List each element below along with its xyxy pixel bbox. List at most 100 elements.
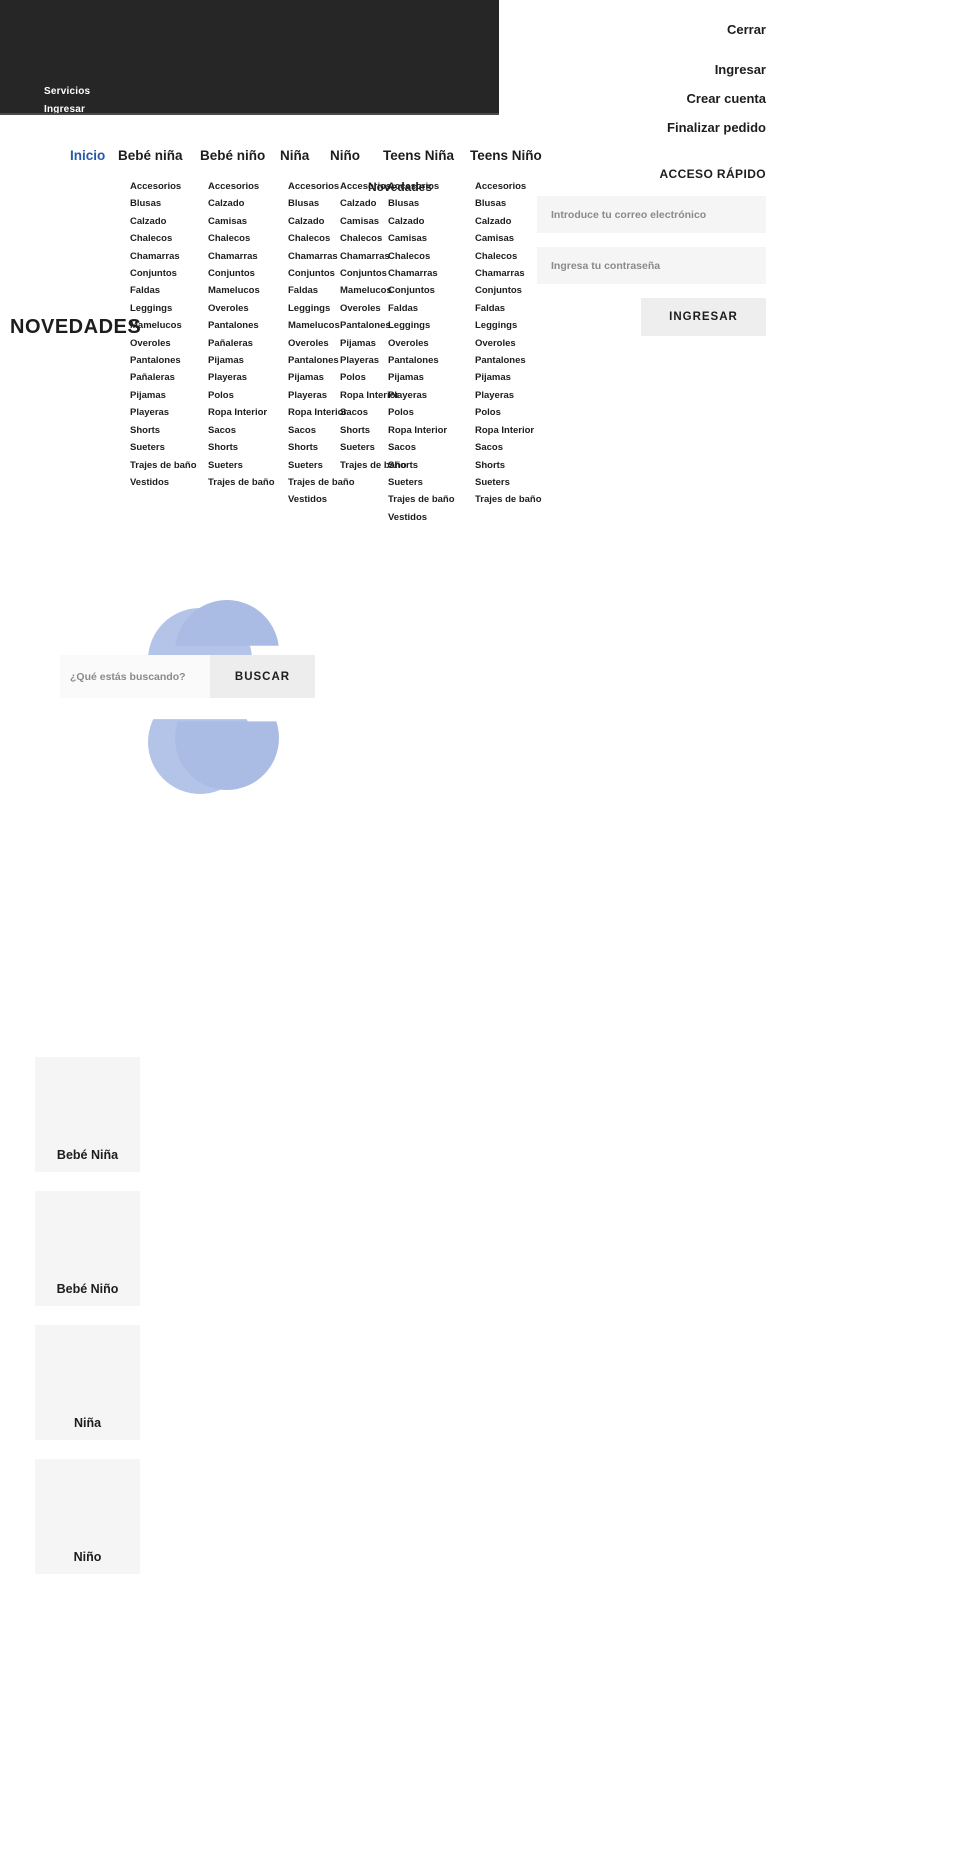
mega-item[interactable]: Calzado bbox=[208, 195, 275, 212]
mega-item[interactable]: Shorts bbox=[208, 439, 275, 456]
mega-item[interactable]: Polos bbox=[388, 404, 455, 421]
mega-item[interactable]: Pijamas bbox=[130, 387, 197, 404]
mega-item[interactable]: Vestidos bbox=[130, 474, 197, 491]
mega-item[interactable]: Trajes de baño bbox=[288, 474, 355, 491]
mega-item[interactable]: Leggings bbox=[130, 300, 197, 317]
close-panel-button[interactable]: Cerrar bbox=[727, 22, 766, 37]
mega-item[interactable]: Vestidos bbox=[288, 491, 355, 508]
mega-item[interactable]: Trajes de baño bbox=[130, 457, 197, 474]
mega-item[interactable]: Playeras bbox=[208, 369, 275, 386]
category-card[interactable]: Niña bbox=[35, 1325, 140, 1440]
mega-item[interactable]: Polos bbox=[475, 404, 542, 421]
mega-item[interactable]: Calzado bbox=[475, 213, 542, 230]
mega-item[interactable]: Conjuntos bbox=[388, 282, 455, 299]
mega-item[interactable]: Pañaleras bbox=[208, 335, 275, 352]
nav-item-bebé-niño[interactable]: Bebé niño bbox=[200, 148, 265, 163]
mega-column-bebé-niño: Accesorios Calzado Camisas Chalecos Chamarra… bbox=[208, 178, 275, 491]
mega-item[interactable]: Chamarras bbox=[475, 265, 542, 282]
mega-item[interactable]: Accesorios bbox=[208, 178, 275, 195]
mega-item[interactable]: Ropa Interior bbox=[388, 422, 455, 439]
category-card[interactable]: Niño bbox=[35, 1459, 140, 1574]
mega-item[interactable]: Shorts bbox=[475, 457, 542, 474]
mega-item[interactable]: Pantalones bbox=[208, 317, 275, 334]
mega-item[interactable]: Shorts bbox=[130, 422, 197, 439]
password-field[interactable] bbox=[537, 247, 766, 284]
mega-item[interactable]: Pijamas bbox=[208, 352, 275, 369]
mega-item[interactable]: Chalecos bbox=[130, 230, 197, 247]
search-button[interactable]: BUSCAR bbox=[210, 655, 315, 698]
mega-item[interactable]: Camisas bbox=[475, 230, 542, 247]
mega-item[interactable]: Blusas bbox=[475, 195, 542, 212]
mega-item[interactable]: Pijamas bbox=[388, 369, 455, 386]
mega-item[interactable]: Accesorios bbox=[130, 178, 197, 195]
mega-item[interactable]: Vestidos bbox=[388, 509, 455, 526]
mega-item[interactable]: Calzado bbox=[388, 213, 455, 230]
mega-item[interactable]: Camisas bbox=[388, 230, 455, 247]
mega-item[interactable]: Pantalones bbox=[130, 352, 197, 369]
topbar-link-servicios[interactable]: Servicios bbox=[44, 86, 90, 98]
mega-item[interactable]: Sacos bbox=[388, 439, 455, 456]
mega-item[interactable]: Chalecos bbox=[388, 248, 455, 265]
mega-item[interactable]: Pantalones bbox=[388, 352, 455, 369]
mega-item[interactable]: Leggings bbox=[475, 317, 542, 334]
account-link-ingresar[interactable]: Ingresar bbox=[715, 62, 766, 77]
mega-item[interactable]: Pañaleras bbox=[130, 369, 197, 386]
mega-item[interactable]: Trajes de baño bbox=[208, 474, 275, 491]
search-input[interactable] bbox=[60, 655, 210, 698]
login-submit-button[interactable]: INGRESAR bbox=[641, 298, 766, 336]
mega-item[interactable]: Trajes de baño bbox=[388, 491, 455, 508]
nav-item-inicio[interactable]: Inicio bbox=[70, 148, 105, 163]
mega-item[interactable]: Pantalones bbox=[475, 352, 542, 369]
mega-item[interactable]: Accesorios bbox=[475, 178, 542, 195]
mega-item[interactable]: Polos bbox=[208, 387, 275, 404]
mega-item[interactable]: Chamarras bbox=[208, 248, 275, 265]
mega-item[interactable]: Blusas bbox=[388, 195, 455, 212]
mega-item[interactable]: Faldas bbox=[130, 282, 197, 299]
account-link-finalizar-pedido[interactable]: Finalizar pedido bbox=[667, 120, 766, 135]
nav-item-niña[interactable]: Niña bbox=[280, 148, 309, 163]
mega-item[interactable]: Conjuntos bbox=[475, 282, 542, 299]
nav-item-bebé-niña[interactable]: Bebé niña bbox=[118, 148, 183, 163]
account-link-crear-cuenta[interactable]: Crear cuenta bbox=[687, 91, 766, 106]
mega-item[interactable]: Pijamas bbox=[475, 369, 542, 386]
mega-item[interactable]: Calzado bbox=[130, 213, 197, 230]
email-field[interactable] bbox=[537, 196, 766, 233]
category-card[interactable]: Bebé Niño bbox=[35, 1191, 140, 1306]
mega-item[interactable]: Sueters bbox=[130, 439, 197, 456]
mega-item[interactable]: Mamelucos bbox=[208, 282, 275, 299]
mega-item[interactable]: Sueters bbox=[388, 474, 455, 491]
nav-item-teens-niña[interactable]: Teens Niña bbox=[383, 148, 454, 163]
category-card[interactable]: Bebé Niña bbox=[35, 1057, 140, 1172]
mega-item[interactable]: Ropa Interior bbox=[208, 404, 275, 421]
search-bar: BUSCAR bbox=[60, 655, 500, 698]
mega-item[interactable]: Conjuntos bbox=[130, 265, 197, 282]
mega-item[interactable]: Overoles bbox=[388, 335, 455, 352]
mega-item[interactable]: Camisas bbox=[208, 213, 275, 230]
mega-item[interactable]: Sueters bbox=[208, 457, 275, 474]
mega-item[interactable]: Chamarras bbox=[388, 265, 455, 282]
mega-item[interactable]: Chalecos bbox=[475, 248, 542, 265]
mega-item[interactable]: Faldas bbox=[388, 300, 455, 317]
mega-item[interactable]: Chamarras bbox=[130, 248, 197, 265]
mega-item[interactable]: Ropa Interior bbox=[475, 422, 542, 439]
mega-item[interactable]: Playeras bbox=[388, 387, 455, 404]
mega-item[interactable]: Chalecos bbox=[208, 230, 275, 247]
mega-item[interactable]: Faldas bbox=[475, 300, 542, 317]
mega-item[interactable]: Playeras bbox=[130, 404, 197, 421]
mega-item[interactable]: Trajes de baño bbox=[475, 491, 542, 508]
mega-item[interactable]: Conjuntos bbox=[208, 265, 275, 282]
mega-item[interactable]: Playeras bbox=[475, 387, 542, 404]
nav-item-niño[interactable]: Niño bbox=[330, 148, 360, 163]
mega-item[interactable]: Blusas bbox=[130, 195, 197, 212]
mega-column-teens-niña: Accesorios Blusas Calzado Camisas Chalecos Ch… bbox=[388, 178, 455, 526]
mega-item[interactable]: Overoles bbox=[475, 335, 542, 352]
nav-item-teens-niño[interactable]: Teens Niño bbox=[470, 148, 542, 163]
account-panel: Cerrar Ingresar Crear cuenta Finalizar p… bbox=[499, 0, 960, 420]
mega-item[interactable]: Sueters bbox=[475, 474, 542, 491]
mega-column-teens-niño: Accesorios Blusas Calzado Camisas Chalecos Ch… bbox=[475, 178, 542, 509]
mega-item[interactable]: Shorts bbox=[388, 457, 455, 474]
mega-item[interactable]: Sacos bbox=[475, 439, 542, 456]
mega-item[interactable]: Sacos bbox=[208, 422, 275, 439]
mega-item[interactable]: Leggings bbox=[388, 317, 455, 334]
mega-item[interactable]: Overoles bbox=[208, 300, 275, 317]
